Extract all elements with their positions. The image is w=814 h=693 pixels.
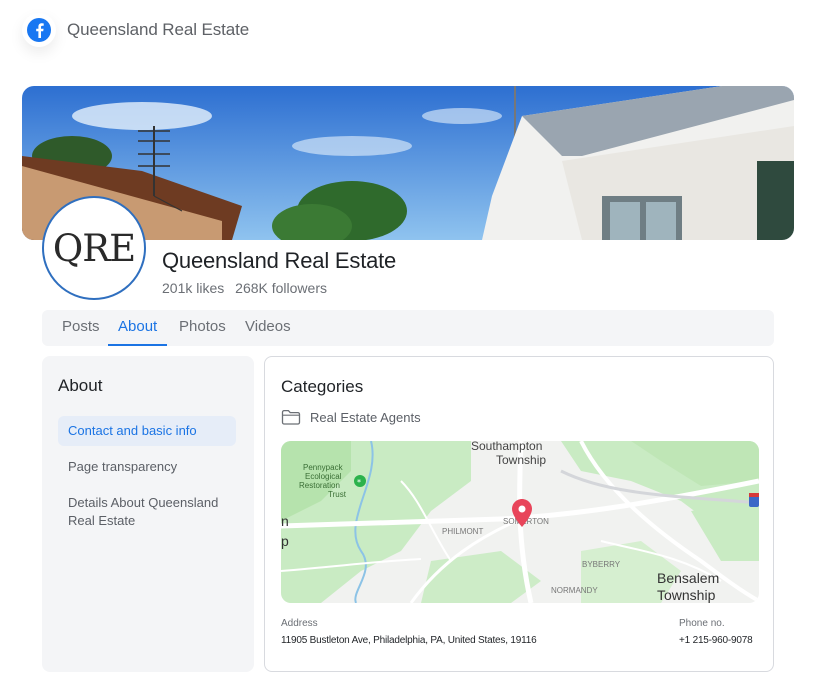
- about-item-details[interactable]: Details About Queensland Real Estate: [58, 488, 236, 536]
- about-item-contact-info[interactable]: Contact and basic info: [58, 416, 236, 446]
- tab-about[interactable]: About: [108, 310, 168, 346]
- category-label: Real Estate Agents: [310, 409, 421, 425]
- avatar-logo-text: QRE: [52, 226, 136, 270]
- folder-icon: [281, 409, 301, 425]
- map-label: Township: [496, 453, 547, 467]
- categories-heading: Categories: [281, 377, 364, 396]
- tab-videos[interactable]: Videos: [245, 310, 291, 346]
- map-label: Pennypack: [303, 463, 343, 472]
- address-value[interactable]: 11905 Bustleton Ave, Philadelphia, PA, U…: [281, 635, 537, 646]
- map-label: Southampton: [471, 441, 543, 453]
- tab-photos[interactable]: Photos: [179, 310, 226, 346]
- phone-value[interactable]: +1 215-960-9078: [679, 635, 757, 646]
- top-bar: Queensland Real Estate: [22, 10, 249, 50]
- profile-tabs: Posts About Photos Videos: [42, 310, 774, 346]
- tab-posts[interactable]: Posts: [62, 310, 100, 346]
- phone-label: Phone no.: [679, 618, 725, 629]
- map-label: Bensalem: [657, 570, 720, 586]
- about-item-page-transparency[interactable]: Page transparency: [58, 452, 236, 482]
- categories-card: Categories Real Estate Agents * Southamp…: [264, 356, 774, 672]
- page-stats: 201k likes 268K followers: [162, 280, 327, 296]
- page-avatar[interactable]: QRE: [42, 196, 146, 300]
- page-title: Queensland Real Estate: [162, 248, 397, 273]
- map-pin-icon[interactable]: [512, 499, 532, 527]
- likes-count[interactable]: 201k likes: [162, 280, 224, 296]
- location-map[interactable]: * Southampton Township Pennypack Ecologi…: [281, 441, 759, 603]
- map-label: Ecological: [305, 472, 342, 481]
- svg-text:*: *: [357, 478, 361, 487]
- followers-count[interactable]: 268K followers: [235, 280, 327, 296]
- address-label: Address: [281, 618, 318, 629]
- cover-photo[interactable]: [22, 86, 794, 240]
- map-label: BYBERRY: [582, 560, 621, 569]
- map-label: Trust: [328, 490, 346, 499]
- map-label: NORMANDY: [551, 586, 598, 595]
- about-heading: About: [58, 376, 103, 395]
- app-title: Queensland Real Estate: [67, 20, 250, 39]
- map-label: Township: [657, 587, 716, 603]
- category-item[interactable]: Real Estate Agents: [281, 409, 421, 425]
- map-label: n: [281, 513, 289, 529]
- map-label: Restoration: [299, 481, 340, 490]
- about-sidebar: About Contact and basic info Page transp…: [42, 356, 254, 672]
- map-label: p: [281, 533, 289, 549]
- map-label: PHILMONT: [442, 527, 484, 536]
- facebook-icon[interactable]: [22, 13, 56, 47]
